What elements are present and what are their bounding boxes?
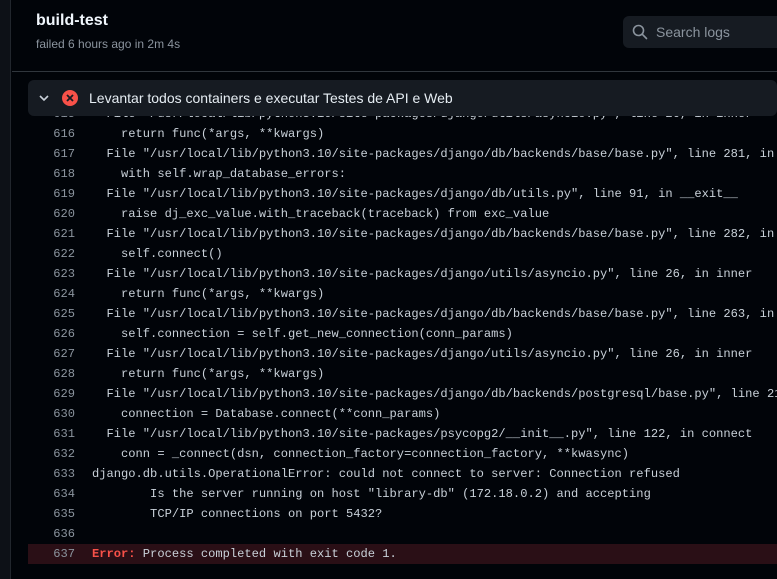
line-number[interactable]: 629 xyxy=(28,387,75,401)
log-line: 618 with self.wrap_database_errors: xyxy=(28,164,777,184)
search-input[interactable] xyxy=(656,24,777,40)
line-number[interactable]: 635 xyxy=(28,507,75,521)
line-text: return func(*args, **kwargs) xyxy=(92,287,325,301)
search-logs[interactable] xyxy=(623,16,777,48)
line-number[interactable]: 633 xyxy=(28,467,75,481)
line-text: django.db.utils.OperationalError: could … xyxy=(92,467,680,481)
error-keyword: Error: xyxy=(92,547,136,561)
log-line: 633 django.db.utils.OperationalError: cou… xyxy=(28,464,777,484)
log-line: 630 connection = Database.connect(**conn… xyxy=(28,404,777,424)
log-line: 622 self.connect() xyxy=(28,244,777,264)
line-number[interactable]: 632 xyxy=(28,447,75,461)
log-line: 629 File "/usr/local/lib/python3.10/site… xyxy=(28,384,777,404)
step-label: Levantar todos containers e executar Tes… xyxy=(89,90,453,106)
line-text: TCP/IP connections on port 5432? xyxy=(92,507,383,521)
sidebar-edge xyxy=(0,0,11,579)
line-text: raise dj_exc_value.with_traceback(traceb… xyxy=(92,207,550,221)
line-number[interactable]: 621 xyxy=(28,227,75,241)
line-text: File "/usr/local/lib/python3.10/site-pac… xyxy=(92,387,777,401)
log-line: 636 xyxy=(28,524,777,544)
line-text: File "/usr/local/lib/python3.10/site-pac… xyxy=(92,187,738,201)
line-text: return func(*args, **kwargs) xyxy=(92,367,325,381)
step-header[interactable]: Levantar todos containers e executar Tes… xyxy=(28,80,777,116)
line-number[interactable]: 626 xyxy=(28,327,75,341)
line-number[interactable]: 620 xyxy=(28,207,75,221)
log-line: 617 File "/usr/local/lib/python3.10/site… xyxy=(28,144,777,164)
line-number[interactable]: 624 xyxy=(28,287,75,301)
line-number[interactable]: 636 xyxy=(28,527,75,541)
divider xyxy=(12,71,777,72)
log-line: 628 return func(*args, **kwargs) xyxy=(28,364,777,384)
log-line: 632 conn = _connect(dsn, connection_fact… xyxy=(28,444,777,464)
log-line: 634 Is the server running on host "libra… xyxy=(28,484,777,504)
line-number[interactable]: 631 xyxy=(28,427,75,441)
line-text: File "/usr/local/lib/python3.10/site-pac… xyxy=(92,267,753,281)
log-line: 631 File "/usr/local/lib/python3.10/site… xyxy=(28,424,777,444)
log-line: 621 File "/usr/local/lib/python3.10/site… xyxy=(28,224,777,244)
line-number[interactable]: 617 xyxy=(28,147,75,161)
line-text: File "/usr/local/lib/python3.10/site-pac… xyxy=(92,227,777,241)
log-line: 635 TCP/IP connections on port 5432? xyxy=(28,504,777,524)
log-line: 623 File "/usr/local/lib/python3.10/site… xyxy=(28,264,777,284)
line-number[interactable]: 619 xyxy=(28,187,75,201)
line-text: Is the server running on host "library-d… xyxy=(92,487,651,501)
log-output: 615 File "/usr/local/lib/python3.10/site… xyxy=(28,104,777,564)
line-text: return func(*args, **kwargs) xyxy=(92,127,325,141)
line-number[interactable]: 634 xyxy=(28,487,75,501)
line-text: self.connect() xyxy=(92,247,223,261)
search-icon xyxy=(632,24,648,40)
line-text: File "/usr/local/lib/python3.10/site-pac… xyxy=(92,147,777,161)
line-number[interactable]: 616 xyxy=(28,127,75,141)
line-text: File "/usr/local/lib/python3.10/site-pac… xyxy=(92,307,777,321)
line-number[interactable]: 637 xyxy=(28,547,75,561)
line-number[interactable]: 628 xyxy=(28,367,75,381)
line-number[interactable]: 618 xyxy=(28,167,75,181)
line-number[interactable]: 625 xyxy=(28,307,75,321)
log-line: 624 return func(*args, **kwargs) xyxy=(28,284,777,304)
line-text: self.connection = self.get_new_connectio… xyxy=(92,327,513,341)
line-text: File "/usr/local/lib/python3.10/site-pac… xyxy=(92,427,753,441)
line-number[interactable]: 623 xyxy=(28,267,75,281)
line-text: connection = Database.connect(**conn_par… xyxy=(92,407,441,421)
line-text: conn = _connect(dsn, connection_factory=… xyxy=(92,447,630,461)
line-text: with self.wrap_database_errors: xyxy=(92,167,347,181)
log-line: 620 raise dj_exc_value.with_traceback(tr… xyxy=(28,204,777,224)
log-line: 626 self.connection = self.get_new_conne… xyxy=(28,324,777,344)
log-line: 627 File "/usr/local/lib/python3.10/site… xyxy=(28,344,777,364)
error-status-icon xyxy=(62,90,78,106)
line-text: Process completed with exit code 1. xyxy=(135,547,397,561)
line-text: File "/usr/local/lib/python3.10/site-pac… xyxy=(92,347,753,361)
job-status: failed 6 hours ago in 2m 4s xyxy=(36,37,181,51)
line-number[interactable]: 622 xyxy=(28,247,75,261)
log-line: 616 return func(*args, **kwargs) xyxy=(28,124,777,144)
error-log-line: 637 Error: Process completed with exit co… xyxy=(28,544,777,564)
line-number[interactable]: 630 xyxy=(28,407,75,421)
log-line: 619 File "/usr/local/lib/python3.10/site… xyxy=(28,184,777,204)
line-number[interactable]: 627 xyxy=(28,347,75,361)
chevron-down-icon[interactable] xyxy=(38,92,50,104)
job-title: build-test xyxy=(36,12,108,29)
log-line: 625 File "/usr/local/lib/python3.10/site… xyxy=(28,304,777,324)
